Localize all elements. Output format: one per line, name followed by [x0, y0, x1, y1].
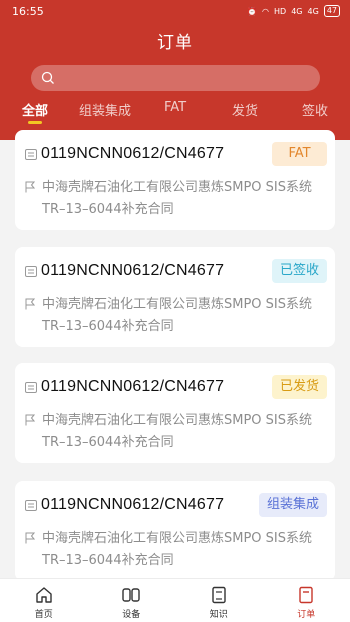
tab-assembly[interactable]: 组装集成 [70, 100, 140, 124]
order-card[interactable]: 0119NCNN0612/CN4677 组装集成 中海壳牌石油化工有限公司惠炼S… [15, 481, 335, 578]
tab-signed[interactable]: 签收 [280, 100, 350, 124]
order-description: 中海壳牌石油化工有限公司惠炼SMPO SIS系统TR–13–6044补充合同 [42, 180, 313, 217]
flag-icon [25, 532, 35, 544]
status-badge: 组装集成 [258, 493, 327, 517]
flag-icon [25, 414, 35, 426]
order-card[interactable]: 0119NCNN0612/CN4677 已签收 中海壳牌石油化工有限公司惠炼SM… [15, 247, 335, 347]
flag-icon [25, 298, 35, 310]
wifi-icon: ◠ [262, 6, 270, 16]
nav-label: 设备 [122, 610, 141, 620]
order-description: 中海壳牌石油化工有限公司惠炼SMPO SIS系统TR–13–6044补充合同 [42, 531, 313, 568]
document-icon [25, 149, 37, 160]
nav-label: 订单 [297, 610, 316, 620]
search-input[interactable] [31, 65, 320, 91]
document-icon [25, 500, 37, 511]
order-card[interactable]: 0119NCNN0612/CN4677 FAT 中海壳牌石油化工有限公司惠炼SM… [15, 130, 335, 230]
document-icon [25, 382, 37, 393]
flag-icon [25, 181, 35, 193]
status-badge: 已发货 [271, 375, 327, 399]
signal-2: 4G [307, 6, 319, 16]
nav-knowledge[interactable]: 知识 [175, 579, 263, 622]
signal-1: 4G [291, 6, 303, 16]
status-time: 16:55 [12, 4, 44, 18]
status-badge: 已签收 [271, 259, 327, 283]
order-description: 中海壳牌石油化工有限公司惠炼SMPO SIS系统TR–13–6044补充合同 [42, 413, 313, 450]
document-icon [25, 266, 37, 277]
search-icon [41, 71, 54, 84]
order-list: 0119NCNN0612/CN4677 FAT 中海壳牌石油化工有限公司惠炼SM… [0, 130, 350, 578]
knowledge-icon [212, 586, 226, 604]
battery-icon: 47 [323, 5, 340, 17]
order-number: 0119NCNN0612/CN4677 [41, 496, 225, 513]
order-number: 0119NCNN0612/CN4677 [41, 145, 225, 162]
status-icons: ⏰ ◠ HD 4G 4G 47 [247, 5, 340, 17]
page-title: 订单 [157, 33, 193, 53]
nav-order[interactable]: 订单 [263, 579, 350, 622]
order-number: 0119NCNN0612/CN4677 [41, 378, 225, 395]
nav-device[interactable]: 设备 [88, 579, 176, 622]
network-label: HD [274, 6, 287, 16]
order-card[interactable]: 0119NCNN0612/CN4677 已发货 中海壳牌石油化工有限公司惠炼SM… [15, 363, 335, 463]
nav-label: 知识 [209, 610, 228, 620]
tab-shipping[interactable]: 发货 [210, 100, 280, 124]
bottom-nav: 首页 设备 知识 订单 [0, 578, 350, 622]
home-icon [36, 587, 52, 603]
tab-fat[interactable]: FAT [140, 100, 210, 124]
device-icon [122, 588, 140, 602]
order-description: 中海壳牌石油化工有限公司惠炼SMPO SIS系统TR–13–6044补充合同 [42, 297, 313, 334]
tab-all[interactable]: 全部 [0, 100, 70, 124]
header: 16:55 ⏰ ◠ HD 4G 4G 47 订单 全部 组装集成 FAT 发货 … [0, 0, 350, 140]
order-number: 0119NCNN0612/CN4677 [41, 262, 225, 279]
nav-home[interactable]: 首页 [0, 579, 88, 622]
order-icon [299, 586, 313, 604]
tab-bar: 全部 组装集成 FAT 发货 签收 [0, 100, 350, 124]
status-bar: 16:55 ⏰ ◠ HD 4G 4G 47 [0, 0, 350, 22]
alarm-icon: ⏰ [247, 6, 258, 16]
status-badge: FAT [272, 142, 327, 166]
nav-label: 首页 [34, 610, 53, 620]
